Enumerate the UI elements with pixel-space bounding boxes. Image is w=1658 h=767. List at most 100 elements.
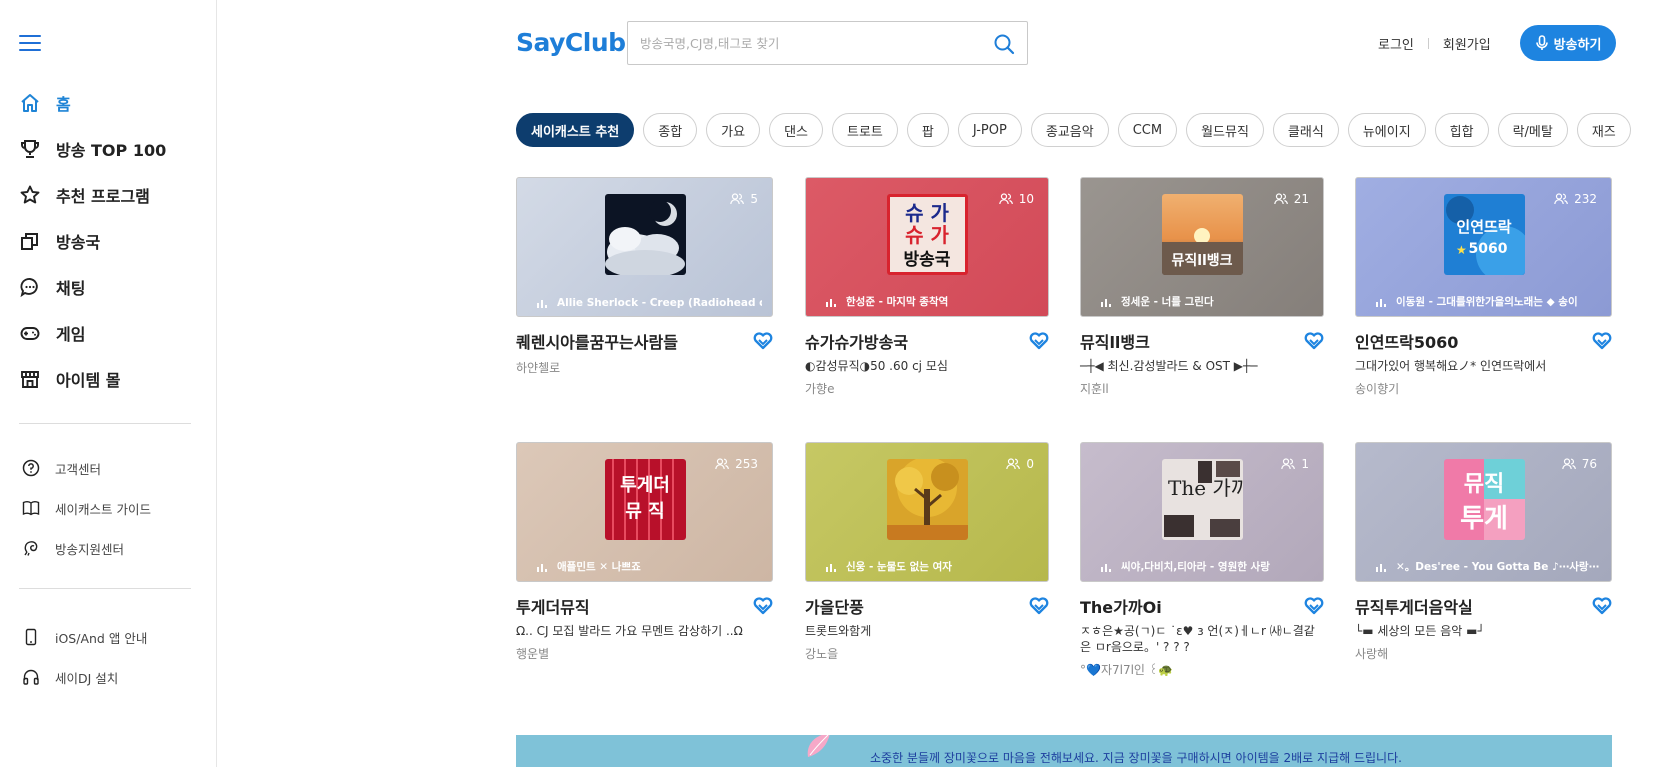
now-playing: 정세운 - 너를 그린다 — [1101, 294, 1313, 309]
nav-item-top100[interactable]: 방송 TOP 100 — [0, 126, 216, 172]
station-artwork — [887, 459, 968, 540]
nav-item-recommended[interactable]: 추천 프로그램 — [0, 172, 216, 218]
login-link[interactable]: 로그인 — [1378, 34, 1414, 53]
station-owner[interactable]: 송이향기 — [1355, 380, 1612, 397]
nav-item-support-center[interactable]: 방송지원센터 — [0, 528, 216, 568]
tab-genre[interactable]: 종합 — [643, 113, 698, 147]
search-input[interactable] — [628, 22, 968, 64]
favorite-heart-icon[interactable] — [753, 332, 773, 350]
nav-item-item-mall[interactable]: 아이템 몰 — [0, 356, 216, 402]
tab-genre[interactable]: 클래식 — [1272, 113, 1339, 147]
favorite-heart-icon[interactable] — [1592, 597, 1612, 615]
station-owner[interactable]: 강노을 — [805, 645, 1049, 662]
station-owner[interactable]: 행운별 — [516, 645, 773, 662]
station-owner[interactable]: 하얀첼로 — [516, 359, 773, 376]
favorite-heart-icon[interactable] — [1029, 332, 1049, 350]
station-thumbnail[interactable]: 5 Allie Sherlock - Creep (Radiohead co..… — [516, 177, 773, 317]
station-owner[interactable]: 사랑해 — [1355, 645, 1612, 662]
station-owner[interactable]: 가향e — [805, 380, 1049, 397]
chat-icon — [19, 276, 41, 298]
tab-genre[interactable]: 팝 — [906, 113, 949, 147]
station-title[interactable]: 슈가슈가방송국 — [805, 329, 1049, 353]
station-artwork: 투게더 뮤 직 — [605, 459, 686, 540]
equalizer-icon — [1101, 563, 1111, 572]
favorite-heart-icon[interactable] — [1592, 332, 1612, 350]
station-thumbnail[interactable]: 슈 가 슈 가 방송국 10 한성준 - 마지막 종착역 — [805, 177, 1049, 317]
tab-genre[interactable]: CCM — [1117, 113, 1178, 147]
tab-genre[interactable]: 가요 — [706, 113, 761, 147]
nav-item-customer-center[interactable]: 고객센터 — [0, 448, 216, 488]
nav-item-home[interactable]: 홈 — [0, 80, 216, 126]
station-thumbnail[interactable]: 0 신웅 - 눈물도 없는 여자 — [805, 442, 1049, 582]
nav-item-stations[interactable]: 방송국 — [0, 218, 216, 264]
favorite-heart-icon[interactable] — [1304, 597, 1324, 615]
support-icon — [22, 539, 40, 557]
main-nav: 홈 방송 TOP 100 추천 프로그램 방송국 채팅 게임 아이템 몰 — [0, 80, 216, 402]
station-card[interactable]: 투게더 뮤 직 253 애플민트 ✕ 나쁘죠 투게더뮤직 Ω.. CJ 모집 발… — [516, 442, 773, 662]
station-title[interactable]: 퀘렌시아를꿈꾸는사람들 — [516, 329, 773, 353]
nav-item-chat[interactable]: 채팅 — [0, 264, 216, 310]
promo-banner[interactable]: 소중한 분들께 장미꽃으로 마음을 전해보세요. 지금 장미꽃을 구매하시면 아… — [516, 735, 1612, 767]
equalizer-icon — [537, 563, 547, 572]
listener-count: 76 — [1561, 457, 1597, 471]
station-title[interactable]: 가을단풍 — [805, 594, 1049, 618]
artwork-text: 슈 가 — [905, 201, 949, 225]
tab-genre[interactable]: 재즈 — [1576, 113, 1631, 147]
menu-icon[interactable] — [19, 35, 41, 53]
station-card[interactable]: 뮤직ll뱅크 21 정세운 - 너를 그린다 뮤직ll뱅크 ─┼◀ 최신.감성발… — [1080, 177, 1324, 397]
nav-label: 세이캐스트 가이드 — [55, 501, 151, 517]
nav-label: 세이DJ 설치 — [55, 670, 119, 686]
station-card[interactable]: 인연뜨락 5060 ★ 232 이동원 - 그대를위한가을의노래는 ◆ 송이 인… — [1355, 177, 1612, 397]
tab-genre[interactable]: 트로트 — [832, 113, 898, 147]
nav-label: iOS/And 앱 안내 — [55, 630, 148, 646]
favorite-heart-icon[interactable] — [1304, 332, 1324, 350]
station-owner[interactable]: °💙자7l7l인 ꒰🐢 — [1080, 661, 1324, 678]
broadcast-label: 방송하기 — [1553, 37, 1602, 53]
sayclub-logo[interactable]: SayClub — [516, 28, 626, 57]
station-card[interactable]: 뮤직 투게 76 ✕。Des'ree - You Gotta Be ♪⋯사랑⋯ … — [1355, 442, 1612, 662]
broadcast-button[interactable]: 방송하기 — [1520, 25, 1616, 61]
users-icon — [730, 193, 745, 205]
station-card[interactable]: 0 신웅 - 눈물도 없는 여자 가을단풍 트롯트와함게 강노을 — [805, 442, 1049, 662]
signup-link[interactable]: 회원가입 — [1443, 34, 1491, 53]
station-thumbnail[interactable]: The 가까이 1 씨야,다비치,티아라 - 영원한 사랑 — [1080, 442, 1324, 582]
station-owner[interactable]: 지훈ll — [1080, 380, 1324, 397]
tab-genre[interactable]: J-POP — [957, 113, 1022, 147]
station-thumbnail[interactable]: 뮤직ll뱅크 21 정세운 - 너를 그린다 — [1080, 177, 1324, 317]
station-thumbnail[interactable]: 인연뜨락 5060 ★ 232 이동원 - 그대를위한가을의노래는 ◆ 송이 — [1355, 177, 1612, 317]
now-playing: 한성준 - 마지막 종착역 — [826, 294, 1038, 309]
station-card[interactable]: 5 Allie Sherlock - Creep (Radiohead co..… — [516, 177, 773, 376]
nav-item-app-guide[interactable]: iOS/And 앱 안내 — [0, 617, 216, 657]
favorite-heart-icon[interactable] — [1029, 597, 1049, 615]
now-playing: 이동원 - 그대를위한가을의노래는 ◆ 송이 — [1376, 294, 1601, 309]
nav-item-guide[interactable]: 세이캐스트 가이드 — [0, 488, 216, 528]
trophy-icon — [19, 138, 41, 160]
station-thumbnail[interactable]: 투게더 뮤 직 253 애플민트 ✕ 나쁘죠 — [516, 442, 773, 582]
separator — [1427, 38, 1429, 49]
station-card[interactable]: The 가까이 1 씨야,다비치,티아라 - 영원한 사랑 The가까Oi ㅈㅎ… — [1080, 442, 1324, 678]
nav-label: 홈 — [56, 95, 71, 114]
tab-genre[interactable]: 세이캐스트 추천 — [516, 113, 635, 147]
station-card[interactable]: 슈 가 슈 가 방송국 10 한성준 - 마지막 종착역 슈가슈가방송국 ◐감성… — [805, 177, 1049, 397]
tab-genre[interactable]: 힙합 — [1434, 113, 1489, 147]
station-title[interactable]: 투게더뮤직 — [516, 594, 773, 618]
favorite-heart-icon[interactable] — [753, 597, 773, 615]
artwork-text: 뮤직 — [1464, 472, 1504, 497]
tab-genre[interactable]: 뉴에이지 — [1347, 113, 1426, 147]
tab-genre[interactable]: 종교음악 — [1030, 113, 1109, 147]
nav-item-game[interactable]: 게임 — [0, 310, 216, 356]
tab-genre[interactable]: 댄스 — [769, 113, 824, 147]
search-icon[interactable] — [993, 33, 1015, 55]
headphones-icon — [22, 668, 40, 686]
nav-item-saydj[interactable]: 세이DJ 설치 — [0, 657, 216, 697]
tab-genre[interactable]: 락/메탈 — [1497, 113, 1568, 147]
station-thumbnail[interactable]: 뮤직 투게 76 ✕。Des'ree - You Gotta Be ♪⋯사랑⋯ — [1355, 442, 1612, 582]
station-title[interactable]: 뮤직투게더음악실 — [1355, 594, 1612, 618]
tab-genre[interactable]: 월드뮤직 — [1186, 113, 1264, 147]
station-title[interactable]: 인연뜨락5060 — [1355, 329, 1612, 353]
station-title[interactable]: The가까Oi — [1080, 594, 1324, 618]
artwork-text: 인연뜨락 — [1456, 218, 1511, 236]
nav-label: 채팅 — [56, 279, 86, 298]
station-title[interactable]: 뮤직ll뱅크 — [1080, 329, 1324, 353]
divider — [19, 423, 191, 424]
